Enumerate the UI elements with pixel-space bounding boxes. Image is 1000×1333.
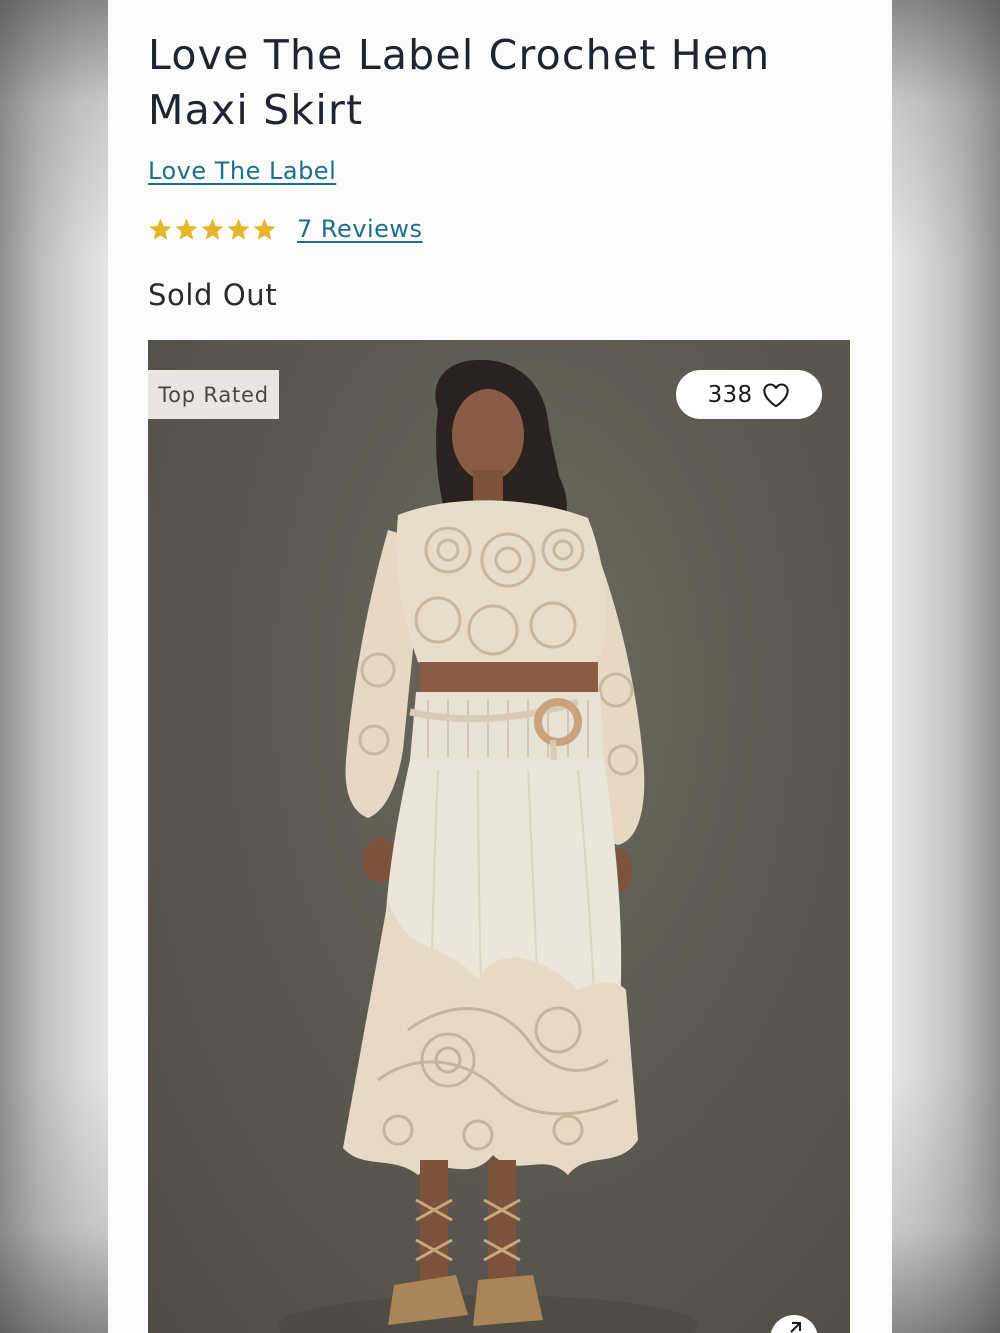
- favorite-count: 338: [707, 381, 753, 408]
- star-icon: [227, 218, 250, 240]
- star-rating: [148, 217, 277, 242]
- product-title: Love The Label Crochet Hem Maxi Skirt: [148, 31, 771, 134]
- star-icon: [201, 218, 224, 240]
- expand-icon: [790, 1322, 801, 1333]
- rating-row: 7 Reviews: [148, 212, 423, 246]
- model-photo: [278, 359, 698, 1333]
- product-image[interactable]: Top Rated 338: [148, 340, 850, 1333]
- star-icon: [149, 218, 172, 240]
- heart-icon: [763, 382, 790, 407]
- stock-status: Sold Out: [148, 278, 278, 312]
- product-page: Love The Label Crochet Hem Maxi Skirt Lo…: [108, 0, 892, 1333]
- brand-link[interactable]: Love The Label: [148, 155, 336, 187]
- top-rated-badge: Top Rated: [148, 370, 279, 419]
- favorite-button[interactable]: 338: [676, 370, 822, 419]
- star-icon: [253, 218, 276, 240]
- star-icon: [175, 218, 198, 240]
- reviews-link[interactable]: 7 Reviews: [297, 215, 423, 243]
